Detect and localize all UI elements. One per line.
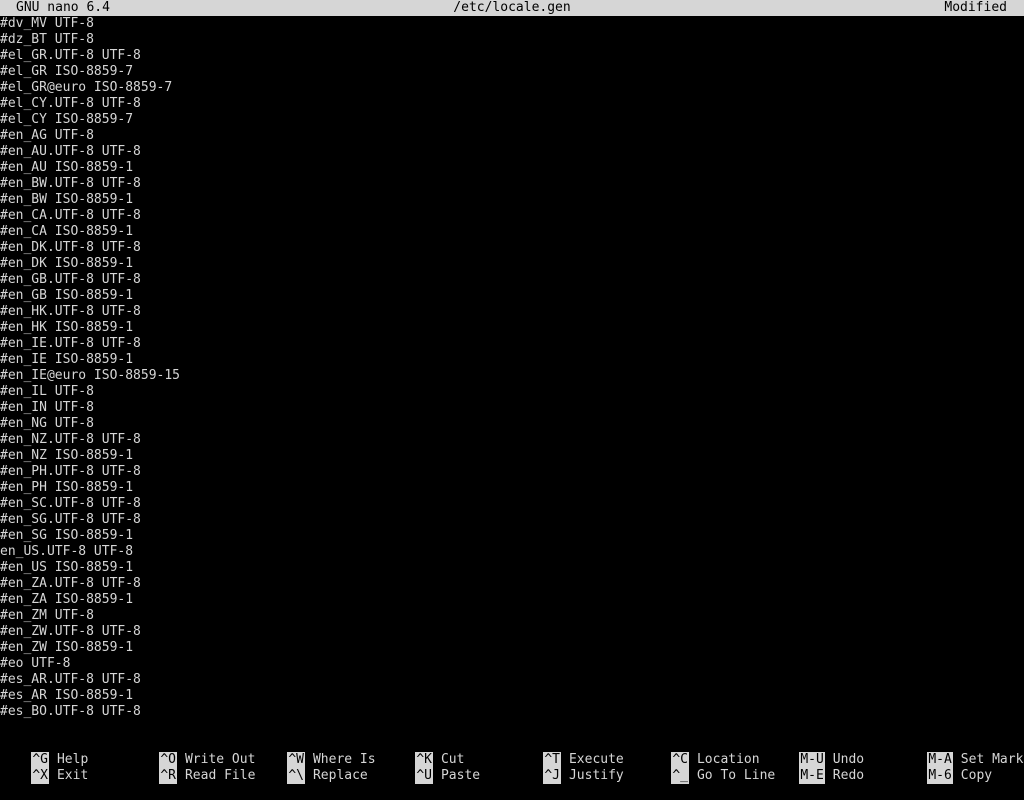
text-line[interactable]: #en_DK ISO-8859-1 [0, 256, 1024, 272]
text-line[interactable]: #en_PH ISO-8859-1 [0, 480, 1024, 496]
shortcut-key: ^J [543, 768, 561, 784]
text-line[interactable]: #es_AR.UTF-8 UTF-8 [0, 672, 1024, 688]
shortcut-paste[interactable]: ^U Paste [384, 752, 480, 784]
text-line-active-locale[interactable]: en_US.UTF-8 UTF-8 [0, 544, 1024, 560]
shortcut-copy[interactable]: M-6 Copy [896, 752, 992, 784]
text-line[interactable]: #en_IE ISO-8859-1 [0, 352, 1024, 368]
text-line[interactable]: #dv_MV UTF-8 [0, 16, 1024, 32]
shortcut-replace[interactable]: ^\ Replace [256, 752, 368, 784]
shortcut-location[interactable]: ^C Location [640, 736, 760, 768]
text-line[interactable]: #en_AU ISO-8859-1 [0, 160, 1024, 176]
shortcut-where-is[interactable]: ^W Where Is [256, 736, 376, 768]
shortcut-key: ^_ [671, 768, 689, 784]
text-line[interactable]: #en_GB ISO-8859-1 [0, 288, 1024, 304]
shortcut-label: Copy [960, 768, 993, 783]
text-line[interactable]: #en_GB.UTF-8 UTF-8 [0, 272, 1024, 288]
file-path: /etc/locale.gen [453, 0, 571, 15]
text-line[interactable]: #en_BW.UTF-8 UTF-8 [0, 176, 1024, 192]
shortcut-justify[interactable]: ^J Justify [512, 752, 624, 784]
shortcut-exit[interactable]: ^X Exit [0, 752, 88, 784]
text-line[interactable]: #en_US ISO-8859-1 [0, 560, 1024, 576]
shortcut-label: Redo [832, 768, 865, 783]
text-line[interactable]: #en_CA ISO-8859-1 [0, 224, 1024, 240]
text-line[interactable]: #el_GR ISO-8859-7 [0, 64, 1024, 80]
shortcut-label: Paste [440, 768, 481, 783]
text-line[interactable]: #eo UTF-8 [0, 656, 1024, 672]
text-line[interactable]: #en_PH.UTF-8 UTF-8 [0, 464, 1024, 480]
text-line[interactable]: #en_HK.UTF-8 UTF-8 [0, 304, 1024, 320]
text-line[interactable]: #en_NZ.UTF-8 UTF-8 [0, 432, 1024, 448]
shortcut-key: ^U [415, 768, 433, 784]
shortcut-label: Replace [312, 768, 368, 783]
text-line[interactable]: #en_SG.UTF-8 UTF-8 [0, 512, 1024, 528]
text-line[interactable]: #el_CY ISO-8859-7 [0, 112, 1024, 128]
shortcut-redo[interactable]: M-E Redo [768, 752, 864, 784]
nano-title-bar: GNU nano 6.4 /etc/locale.gen Modified [0, 0, 1024, 16]
shortcut-execute[interactable]: ^T Execute [512, 736, 624, 768]
text-line[interactable]: #en_ZM UTF-8 [0, 608, 1024, 624]
text-line[interactable]: #en_ZA ISO-8859-1 [0, 592, 1024, 608]
shortcut-set-mark[interactable]: M-A Set Mark [896, 736, 1023, 768]
text-line[interactable]: #en_ZW.UTF-8 UTF-8 [0, 624, 1024, 640]
text-line[interactable]: #en_SG ISO-8859-1 [0, 528, 1024, 544]
text-line[interactable]: #en_IE@euro ISO-8859-15 [0, 368, 1024, 384]
text-line[interactable]: #en_IN UTF-8 [0, 400, 1024, 416]
shortcut-label: Exit [56, 768, 89, 783]
text-line[interactable]: #el_GR.UTF-8 UTF-8 [0, 48, 1024, 64]
text-line[interactable]: #en_BW ISO-8859-1 [0, 192, 1024, 208]
text-line[interactable]: #el_GR@euro ISO-8859-7 [0, 80, 1024, 96]
shortcut-label: Justify [568, 768, 624, 783]
text-line[interactable]: #en_AG UTF-8 [0, 128, 1024, 144]
text-line[interactable]: #en_AU.UTF-8 UTF-8 [0, 144, 1024, 160]
text-line[interactable]: #dz_BT UTF-8 [0, 32, 1024, 48]
editor-area[interactable]: #dv_MV UTF-8 #dz_BT UTF-8 #el_GR.UTF-8 U… [0, 16, 1024, 720]
text-line[interactable]: #en_NZ ISO-8859-1 [0, 448, 1024, 464]
shortcut-label: Go To Line [696, 768, 776, 783]
text-line[interactable]: #en_DK.UTF-8 UTF-8 [0, 240, 1024, 256]
text-line[interactable]: #en_IL UTF-8 [0, 384, 1024, 400]
terminal-window: { "titlebar": { "app": "GNU nano 6.4", "… [0, 0, 1024, 784]
shortcut-bar: ^G Help ^O Write Out ^W Where Is ^K Cut ^T Ex… [0, 736, 1024, 784]
text-line[interactable]: #en_SC.UTF-8 UTF-8 [0, 496, 1024, 512]
shortcut-key: M-6 [927, 768, 953, 784]
text-line[interactable]: #en_ZW ISO-8859-1 [0, 640, 1024, 656]
text-line[interactable]: #es_AR ISO-8859-1 [0, 688, 1024, 704]
text-line[interactable]: #en_NG UTF-8 [0, 416, 1024, 432]
shortcut-key: M-E [799, 768, 825, 784]
text-line[interactable]: #en_CA.UTF-8 UTF-8 [0, 208, 1024, 224]
shortcut-write-out[interactable]: ^O Write Out [128, 736, 255, 768]
text-line[interactable]: #el_CY.UTF-8 UTF-8 [0, 96, 1024, 112]
shortcut-key: ^X [31, 768, 49, 784]
shortcut-key: ^R [159, 768, 177, 784]
text-line[interactable]: #en_HK ISO-8859-1 [0, 320, 1024, 336]
shortcut-cut[interactable]: ^K Cut [384, 736, 464, 768]
shortcut-go-to-line[interactable]: ^_ Go To Line [640, 752, 775, 784]
text-line[interactable]: #en_IE.UTF-8 UTF-8 [0, 336, 1024, 352]
text-line[interactable]: #en_ZA.UTF-8 UTF-8 [0, 576, 1024, 592]
shortcut-key: ^\ [287, 768, 305, 784]
text-line[interactable]: #es_BO.UTF-8 UTF-8 [0, 704, 1024, 720]
modified-status: Modified [944, 0, 1007, 15]
shortcut-read-file[interactable]: ^R Read File [128, 752, 255, 784]
shortcut-label: Read File [184, 768, 256, 783]
shortcut-undo[interactable]: M-U Undo [768, 736, 864, 768]
shortcut-help[interactable]: ^G Help [0, 736, 88, 768]
